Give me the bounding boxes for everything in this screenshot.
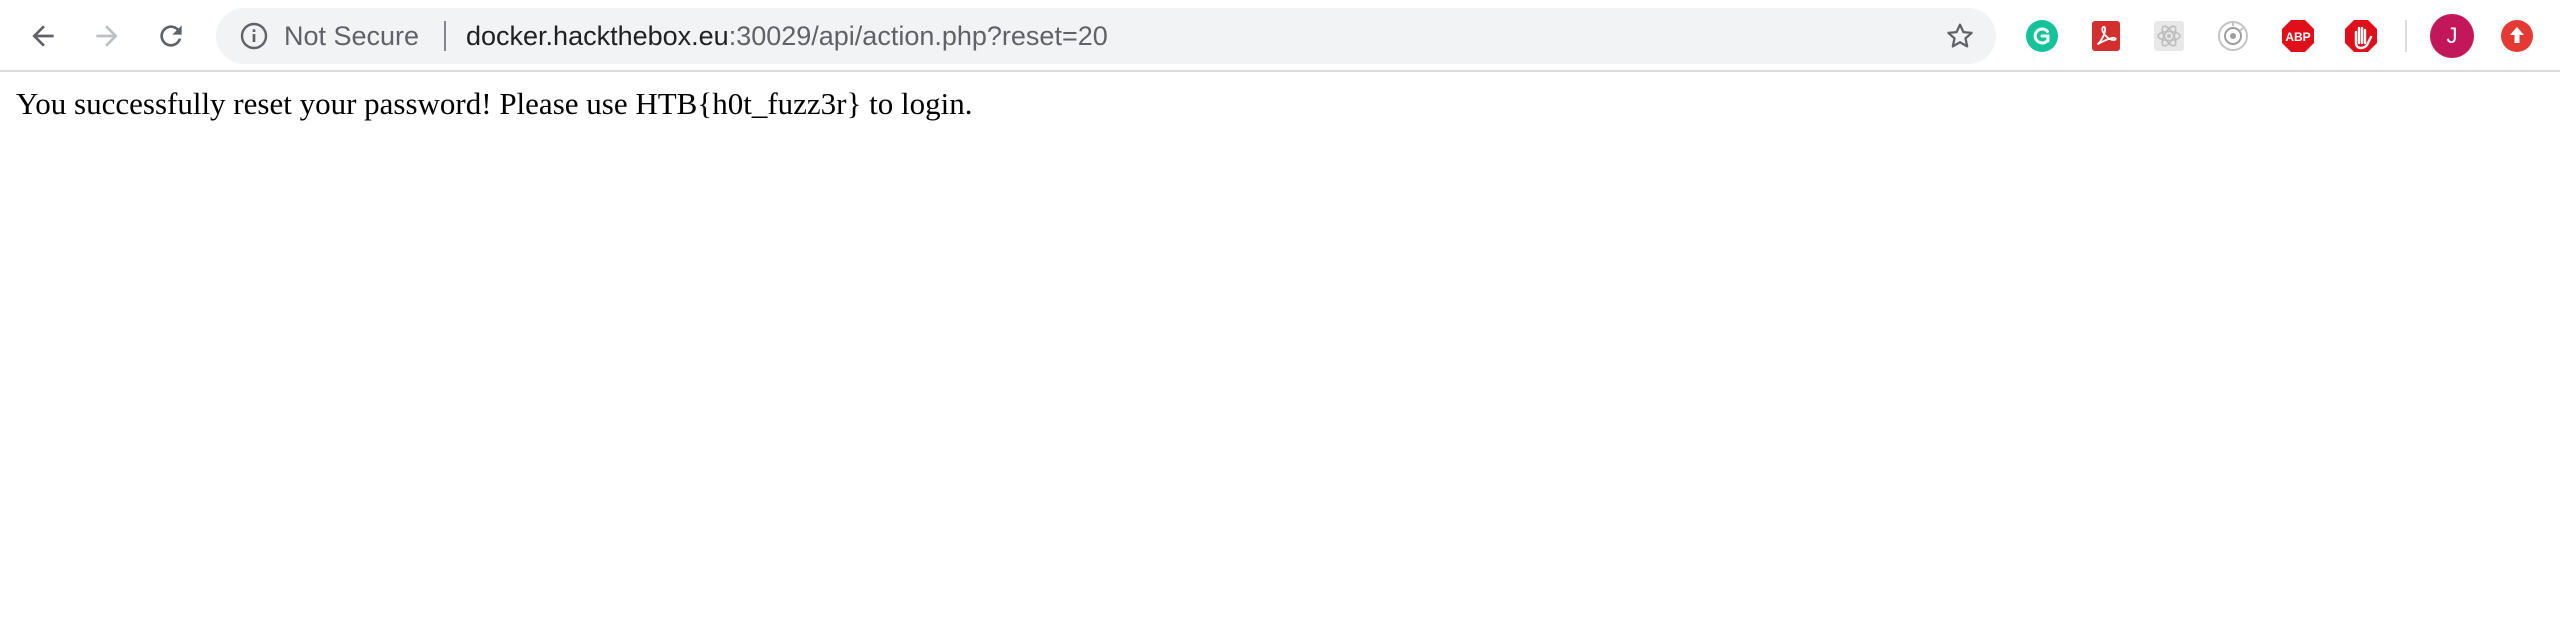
reset-success-message: You successfully reset your password! Pl… — [16, 86, 973, 121]
adblock-plus-extension-button[interactable]: ABP — [2280, 18, 2316, 54]
target-icon — [2218, 21, 2248, 51]
gray-extension-button[interactable] — [2215, 18, 2251, 54]
address-bar[interactable]: Not Secure docker.hackthebox.eu:30029/ap… — [216, 8, 1996, 64]
grammarly-extension-button[interactable] — [2024, 18, 2060, 54]
browser-toolbar: Not Secure docker.hackthebox.eu:30029/ap… — [0, 0, 2560, 72]
acrobat-icon — [2092, 21, 2120, 51]
omnibox-divider — [444, 21, 446, 51]
update-arrow-icon — [2501, 20, 2533, 52]
forward-button[interactable] — [87, 16, 127, 56]
update-button[interactable] — [2499, 18, 2535, 54]
toolbar-divider — [2405, 20, 2407, 52]
star-icon[interactable] — [1944, 20, 1976, 52]
acrobat-extension-button[interactable] — [2088, 18, 2124, 54]
url-text[interactable]: docker.hackthebox.eu:30029/api/action.ph… — [466, 8, 1108, 64]
back-button[interactable] — [23, 16, 63, 56]
security-status[interactable]: Not Secure — [284, 8, 419, 64]
back-arrow-icon — [32, 25, 54, 47]
adblock-hand-icon — [2345, 20, 2377, 52]
forward-arrow-icon — [96, 25, 118, 47]
svg-text:ABP: ABP — [2285, 30, 2310, 44]
profile-avatar[interactable]: J — [2430, 14, 2474, 58]
react-devtools-extension-button[interactable] — [2151, 18, 2187, 54]
reload-button[interactable] — [151, 16, 191, 56]
info-icon[interactable] — [238, 20, 270, 52]
adblock-extension-button[interactable] — [2343, 18, 2379, 54]
url-host: docker.hackthebox.eu — [466, 21, 729, 51]
adblock-plus-icon: ABP — [2282, 20, 2314, 52]
react-devtools-icon — [2154, 21, 2184, 51]
url-path: :30029/api/action.php?reset=20 — [728, 21, 1108, 51]
reload-icon — [160, 25, 182, 47]
grammarly-icon — [2026, 20, 2058, 52]
